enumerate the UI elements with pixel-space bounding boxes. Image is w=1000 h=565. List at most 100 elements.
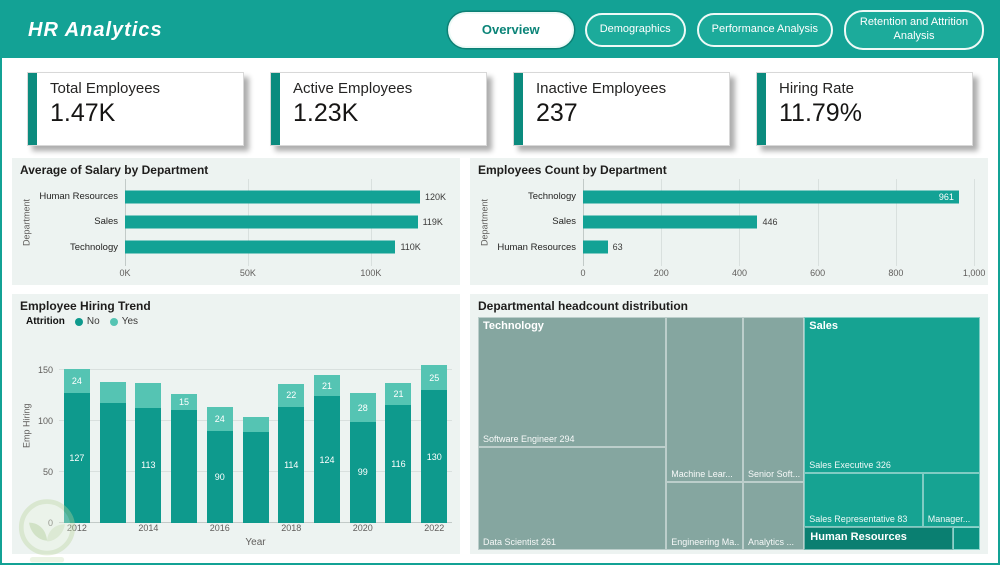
- bar-column-2018: 22 114: [273, 329, 309, 523]
- stacked-bar-2020[interactable]: 28 99: [349, 393, 376, 523]
- segment-value-label: 90: [214, 472, 225, 483]
- x-axis-tick-label: 600: [810, 268, 826, 278]
- stacked-bar-2019[interactable]: 21 124: [314, 374, 340, 523]
- segment-yes[interactable]: 25: [421, 364, 448, 391]
- treemap-cell-machine-learning[interactable]: Machine Lear...: [666, 317, 744, 483]
- kpi-accent-bar: [514, 73, 523, 145]
- treemap-cell-data-scientist[interactable]: Data Scientist 261: [478, 447, 667, 550]
- treemap-cell-human-resources-other[interactable]: [953, 526, 980, 550]
- bar-technology[interactable]: [125, 240, 396, 254]
- bar-human-resources[interactable]: [583, 240, 608, 254]
- x-axis-tick-label: 100K: [360, 268, 382, 278]
- stacked-bar-2014[interactable]: 113: [135, 383, 162, 523]
- segment-value-label: 21: [321, 380, 332, 391]
- y-axis-title: Department: [21, 198, 32, 247]
- treemap-cell-senior-software[interactable]: Senior Soft...: [743, 317, 805, 483]
- header: HR Analytics Overview Demographics Perfo…: [2, 2, 998, 58]
- category-axis: Technology Sales Human Resources: [491, 179, 583, 266]
- segment-yes[interactable]: [99, 382, 126, 403]
- segment-no[interactable]: [171, 409, 198, 523]
- kpi-body: Hiring Rate 11.79%: [766, 73, 862, 145]
- x-axis-title: Year: [245, 537, 266, 548]
- category-label: Technology: [69, 241, 118, 253]
- tab-retention-attrition-analysis[interactable]: Retention and Attrition Analysis: [844, 10, 984, 50]
- bar-value-label: 120K: [425, 191, 447, 202]
- stacked-bar-2013[interactable]: [99, 382, 126, 523]
- treemap-cell-sales-executive[interactable]: Sales Executive 326: [804, 317, 980, 474]
- x-axis-tick-label: [238, 523, 274, 536]
- segment-value-label: 99: [357, 467, 368, 478]
- segment-yes[interactable]: 24: [206, 406, 233, 432]
- treemap-cell-label: Sales Representative 83: [809, 513, 908, 524]
- tab-overview[interactable]: Overview: [447, 11, 574, 49]
- tab-demographics[interactable]: Demographics: [584, 13, 686, 47]
- bar-sales[interactable]: [583, 215, 758, 229]
- segment-no[interactable]: 114: [278, 406, 305, 523]
- treemap-cell-manager[interactable]: Manager...: [922, 473, 980, 527]
- bar-technology[interactable]: [583, 190, 959, 204]
- segment-yes[interactable]: 21: [385, 383, 412, 405]
- bar-rows: 961 446 63: [583, 184, 980, 260]
- segment-no[interactable]: 113: [135, 407, 162, 523]
- kpi-body: Inactive Employees 237: [523, 73, 666, 145]
- stacked-bar-2021[interactable]: 21 116: [385, 383, 412, 523]
- treemap-cell-sales-representative[interactable]: Sales Representative 83: [804, 473, 923, 527]
- kpi-body: Active Employees 1.23K: [280, 73, 412, 145]
- bar-row: 446: [583, 209, 980, 234]
- stacked-bar-2022[interactable]: 25 130: [421, 364, 448, 523]
- segment-no[interactable]: 124: [314, 396, 340, 523]
- x-axis: 2012 2014 2016 2018 2020 2022: [59, 523, 452, 536]
- bar-column-2019: 21 124: [309, 329, 345, 523]
- segment-yes[interactable]: 24: [63, 368, 90, 394]
- x-axis-tick-label: 2016: [209, 523, 230, 533]
- kpi-label: Inactive Employees: [536, 80, 667, 97]
- segment-no[interactable]: 90: [206, 431, 233, 523]
- treemap-cell-analytics[interactable]: Analytics ...: [743, 482, 805, 550]
- treemap-cell-software-engineer[interactable]: Software Engineer 294: [478, 317, 667, 448]
- segment-no[interactable]: 99: [349, 421, 376, 523]
- category-label: Technology: [527, 191, 576, 203]
- treemap-cell-human-resources[interactable]: Human Resources: [804, 526, 954, 550]
- x-axis-tick-label: 2014: [138, 523, 159, 533]
- legend-label-yes: Yes: [121, 316, 139, 327]
- stacked-bar-2017[interactable]: [242, 416, 269, 523]
- segment-yes[interactable]: 21: [314, 374, 340, 397]
- segment-no[interactable]: 130: [421, 390, 448, 523]
- bar-human-resources[interactable]: [125, 190, 421, 204]
- legend-item-yes[interactable]: Yes: [109, 316, 139, 327]
- bar-column-2016: 24 90: [202, 329, 238, 523]
- segment-value-label: 127: [69, 453, 85, 464]
- kpi-card-active-employees: Active Employees 1.23K: [270, 72, 487, 146]
- segment-value-label: 21: [393, 388, 404, 399]
- y-axis-tick-label: 50: [42, 466, 53, 477]
- treemap-cell-engineering-manager[interactable]: Engineering Ma...: [666, 482, 744, 550]
- category-label: Sales: [552, 216, 576, 228]
- bar-row: 119K: [125, 209, 452, 234]
- stacked-bar-2018[interactable]: 22 114: [278, 384, 305, 523]
- bar-column-2022: 25 130: [416, 329, 452, 523]
- tab-performance-analysis[interactable]: Performance Analysis: [696, 13, 833, 47]
- segment-value-label: 22: [286, 390, 297, 401]
- treemap-group-label: Human Resources: [810, 530, 907, 543]
- segment-yes[interactable]: 28: [349, 393, 376, 422]
- segment-yes[interactable]: [135, 383, 162, 408]
- treemap-cell-label: Machine Lear...: [671, 469, 733, 480]
- segment-no[interactable]: 116: [385, 404, 412, 523]
- segment-yes[interactable]: 22: [278, 384, 305, 407]
- kpi-label: Hiring Rate: [779, 80, 855, 97]
- category-label: Human Resources: [497, 241, 576, 253]
- stacked-bar-2015[interactable]: 15: [171, 394, 198, 523]
- segment-value-label: 25: [429, 372, 440, 383]
- legend-item-no[interactable]: No: [74, 316, 100, 327]
- bar-sales[interactable]: [125, 215, 418, 229]
- segment-no[interactable]: [242, 432, 269, 523]
- treemap-cell-label: Senior Soft...: [748, 469, 801, 480]
- segment-yes[interactable]: [242, 416, 269, 433]
- chart-title: Employees Count by Department: [478, 163, 667, 177]
- panel-employee-count-by-department: Employees Count by Department Department…: [470, 158, 988, 285]
- stacked-bar-2016[interactable]: 24 90: [206, 406, 233, 523]
- x-axis-tick-label: 2022: [424, 523, 445, 533]
- segment-no[interactable]: [99, 402, 126, 523]
- segment-yes[interactable]: 15: [171, 394, 198, 410]
- x-axis-tick-label: [381, 523, 417, 536]
